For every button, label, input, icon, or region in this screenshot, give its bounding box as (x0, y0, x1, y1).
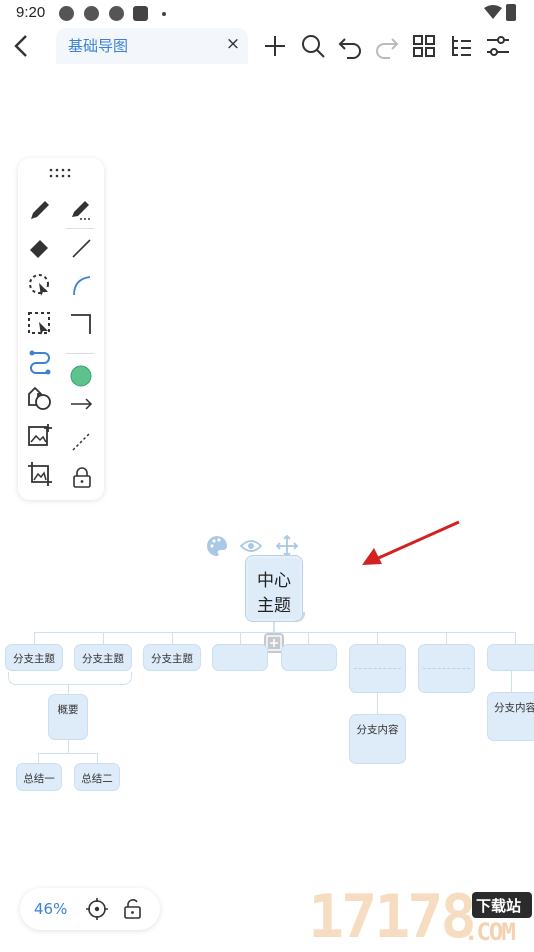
lock-icon[interactable] (68, 464, 96, 492)
line-tool-icon[interactable] (68, 234, 96, 262)
summary-child-node[interactable]: 总结二 (74, 763, 120, 791)
branch-topic-label: 分支主题 (13, 653, 55, 665)
eraser-icon[interactable] (26, 234, 54, 262)
search-icon[interactable] (300, 33, 326, 59)
notification-icon (59, 6, 74, 21)
empty-branch-node[interactable] (418, 644, 475, 693)
connector-line (97, 753, 98, 763)
insert-image-icon[interactable] (26, 422, 54, 450)
dashed-line-icon[interactable] (68, 427, 96, 455)
connector-icon[interactable] (26, 347, 54, 375)
close-tab-button[interactable]: × (225, 34, 241, 54)
zoom-level[interactable]: 46% (34, 900, 67, 918)
node-divider (423, 668, 470, 669)
toolbox-divider (66, 353, 94, 354)
summary-child-label: 总结二 (81, 773, 113, 785)
branch-topic-label: 分支主题 (82, 653, 124, 665)
connector-line (172, 632, 173, 644)
corner-line-icon[interactable] (68, 310, 96, 338)
notification-icon (109, 6, 124, 21)
color-swatch-green[interactable] (67, 362, 95, 390)
node-visibility-eye-icon[interactable] (239, 536, 263, 556)
connector-line (68, 684, 69, 694)
watermark-domain: .COM (464, 918, 516, 946)
battery-icon (506, 4, 516, 21)
add-icon[interactable] (262, 33, 288, 59)
toolbox-divider (66, 228, 94, 229)
annotation-arrow-icon (358, 518, 464, 568)
outline-icon[interactable] (448, 33, 474, 59)
app-notification-icon (133, 6, 148, 21)
shape-icon[interactable] (26, 385, 54, 413)
node-move-icon[interactable] (275, 534, 299, 558)
arrow-line-icon[interactable] (68, 390, 96, 418)
connector-line (273, 620, 275, 632)
notification-icon (84, 6, 99, 21)
connector-line (68, 740, 69, 753)
highlighter-icon[interactable] (68, 196, 96, 224)
lasso-select-icon[interactable] (26, 271, 54, 299)
status-time: 9:20 (16, 4, 46, 21)
branch-topic-node[interactable]: 分支主题 (74, 644, 132, 671)
locate-center-icon[interactable] (86, 898, 108, 920)
redo-icon[interactable] (374, 33, 400, 59)
branch-content-label: 分支内容 (494, 702, 534, 714)
rect-select-icon[interactable] (26, 310, 54, 338)
drag-handle-icon[interactable] (49, 168, 71, 178)
tab-title[interactable]: 基础导图 (68, 35, 128, 56)
central-topic-line1: 中心 (257, 571, 291, 591)
image-crop-icon[interactable] (26, 460, 54, 488)
back-icon[interactable] (10, 32, 34, 60)
branch-topic-node[interactable]: 分支主题 (143, 644, 201, 671)
resize-handle-icon[interactable] (291, 610, 307, 624)
empty-branch-node[interactable] (212, 644, 268, 671)
arc-tool-icon[interactable] (68, 271, 96, 299)
connector-line (38, 753, 39, 763)
connector-line (38, 753, 98, 754)
branch-content-label: 分支内容 (356, 724, 399, 736)
watermark-digits: 17178 (308, 882, 477, 952)
more-notifications-icon (162, 12, 166, 16)
wifi-icon (484, 5, 502, 19)
settings-sliders-icon[interactable] (485, 33, 511, 59)
branch-content-node[interactable]: 分支内容 (487, 692, 534, 741)
branch-topic-label: 分支主题 (151, 653, 193, 665)
undo-icon[interactable] (337, 33, 363, 59)
connector-line (377, 632, 378, 644)
connector-line (446, 632, 447, 644)
node-style-palette-icon[interactable] (205, 534, 229, 558)
empty-branch-node[interactable] (487, 644, 534, 671)
summary-child-label: 总结一 (23, 773, 55, 785)
watermark-badge-text: 下载站 (476, 897, 522, 915)
connector-line (103, 632, 104, 644)
summary-child-node[interactable]: 总结一 (16, 763, 62, 791)
connector-line (34, 632, 35, 644)
pen-icon[interactable] (26, 196, 54, 224)
connector-line (377, 692, 378, 714)
status-bar: 9:20 (0, 0, 534, 26)
branch-content-node[interactable]: 分支内容 (349, 714, 406, 764)
connector-line (240, 632, 241, 644)
watermark-badge: 下载站 (472, 892, 532, 918)
watermark-logo: 17178 (308, 882, 478, 952)
connector-line (515, 632, 516, 644)
unlock-icon[interactable] (122, 897, 144, 921)
empty-branch-node[interactable] (281, 644, 337, 671)
summary-node[interactable]: 概要 (48, 694, 88, 740)
layout-grid-icon[interactable] (411, 33, 437, 59)
node-divider (354, 668, 401, 669)
empty-branch-node[interactable] (349, 644, 406, 693)
branch-topic-node[interactable]: 分支主题 (5, 644, 63, 671)
summary-bracket (8, 672, 132, 685)
connector-line (308, 632, 309, 644)
connector-line (511, 670, 512, 692)
summary-label: 概要 (57, 704, 79, 716)
